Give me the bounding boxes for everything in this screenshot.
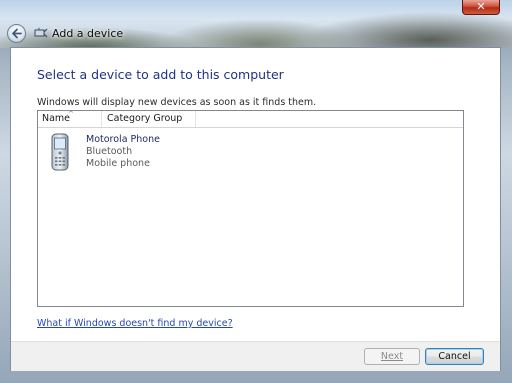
device-details: Motorola Phone Bluetooth Mobile phone	[86, 134, 160, 170]
sort-ascending-icon: ^	[68, 110, 74, 118]
device-category: Mobile phone	[86, 158, 150, 169]
device-name: Motorola Phone	[86, 134, 160, 145]
list-header: Name ^ Category Group	[38, 110, 463, 128]
column-header-category-group[interactable]: Category Group	[102, 111, 196, 127]
back-button[interactable]	[7, 24, 26, 43]
close-icon: ✕	[476, 0, 486, 13]
add-device-icon	[34, 27, 48, 38]
device-list[interactable]: Name ^ Category Group Motorola Phone Blu…	[37, 110, 464, 307]
description-text: Windows will display new devices as soon…	[37, 97, 317, 108]
button-bar: Next Cancel	[11, 341, 500, 371]
page-heading: Select a device to add to this computer	[37, 67, 284, 82]
device-type: Bluetooth	[86, 146, 133, 157]
back-arrow-icon	[12, 28, 22, 39]
column-header-name[interactable]: Name ^	[38, 110, 102, 127]
next-button[interactable]: Next	[364, 348, 420, 365]
glass-titlebar	[0, 0, 512, 48]
column-header-label: Name	[42, 113, 71, 124]
window-frame: ✕ Add a device Select a device to add to…	[0, 0, 512, 383]
column-header-label: Category Group	[107, 113, 183, 124]
list-item[interactable]: Motorola Phone Bluetooth Mobile phone	[46, 131, 206, 173]
next-button-label: Next	[380, 351, 404, 362]
window-title: Add a device	[52, 27, 124, 40]
wizard-content: Select a device to add to this computer …	[10, 47, 501, 371]
help-link[interactable]: What if Windows doesn't find my device?	[37, 318, 233, 329]
mobile-phone-icon	[51, 133, 69, 171]
cancel-button[interactable]: Cancel	[425, 348, 484, 365]
close-button[interactable]: ✕	[462, 0, 500, 15]
